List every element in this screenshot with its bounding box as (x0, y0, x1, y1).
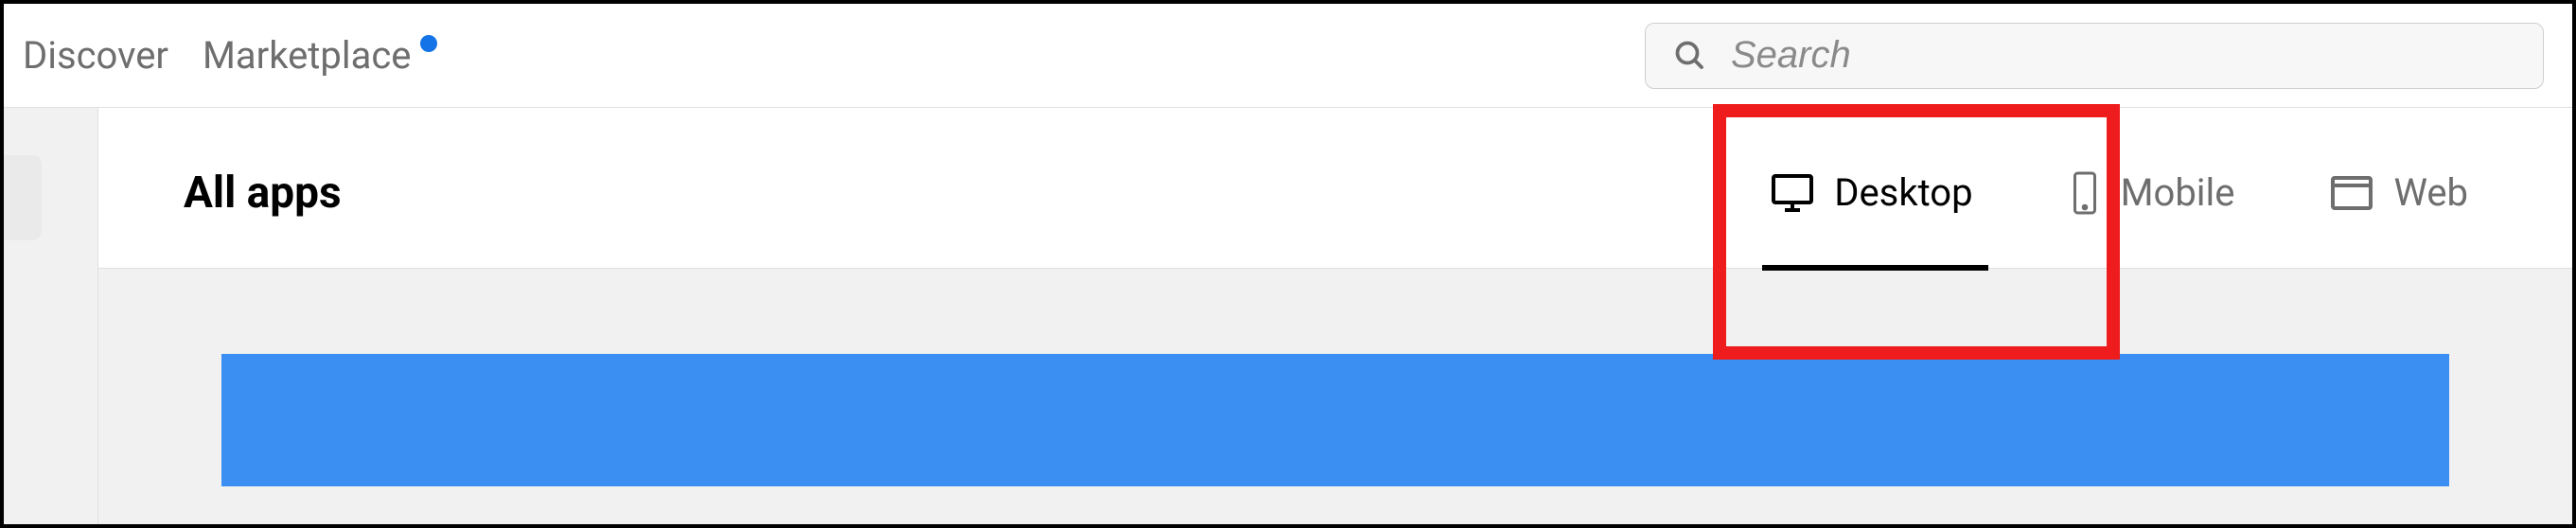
nav-discover-label: Discover (23, 33, 168, 78)
sidebar (4, 108, 98, 524)
blue-banner (221, 354, 2449, 486)
search-container (1645, 23, 2544, 89)
page-title: All apps (184, 167, 1751, 219)
platform-tabs: Desktop Mobile (1751, 151, 2487, 235)
nav-marketplace-label: Marketplace (203, 33, 412, 78)
search-input[interactable] (1645, 23, 2544, 89)
mobile-icon (2068, 170, 2102, 216)
tab-web[interactable]: Web (2310, 151, 2487, 234)
main-area: All apps Desktop (4, 108, 2572, 524)
sidebar-item[interactable] (4, 155, 42, 240)
search-icon (1673, 39, 1707, 73)
tab-web-label: Web (2393, 170, 2468, 215)
tab-desktop[interactable]: Desktop (1751, 151, 1991, 235)
top-nav-bar: Discover Marketplace (4, 4, 2572, 108)
nav-discover[interactable]: Discover (23, 33, 168, 78)
tab-mobile-label: Mobile (2121, 170, 2235, 215)
web-icon (2329, 174, 2374, 212)
nav-links: Discover Marketplace (23, 33, 411, 78)
tab-underline (1762, 265, 1987, 271)
notification-dot-icon (420, 35, 437, 52)
nav-marketplace[interactable]: Marketplace (203, 33, 412, 78)
tabs-header: All apps Desktop (98, 108, 2572, 269)
banner-area (98, 269, 2572, 524)
content-area: All apps Desktop (98, 108, 2572, 524)
tab-desktop-label: Desktop (1834, 170, 1972, 215)
desktop-icon (1770, 170, 1815, 216)
tab-mobile[interactable]: Mobile (2049, 151, 2254, 235)
highlight-wrapper: Desktop (1751, 151, 1991, 235)
